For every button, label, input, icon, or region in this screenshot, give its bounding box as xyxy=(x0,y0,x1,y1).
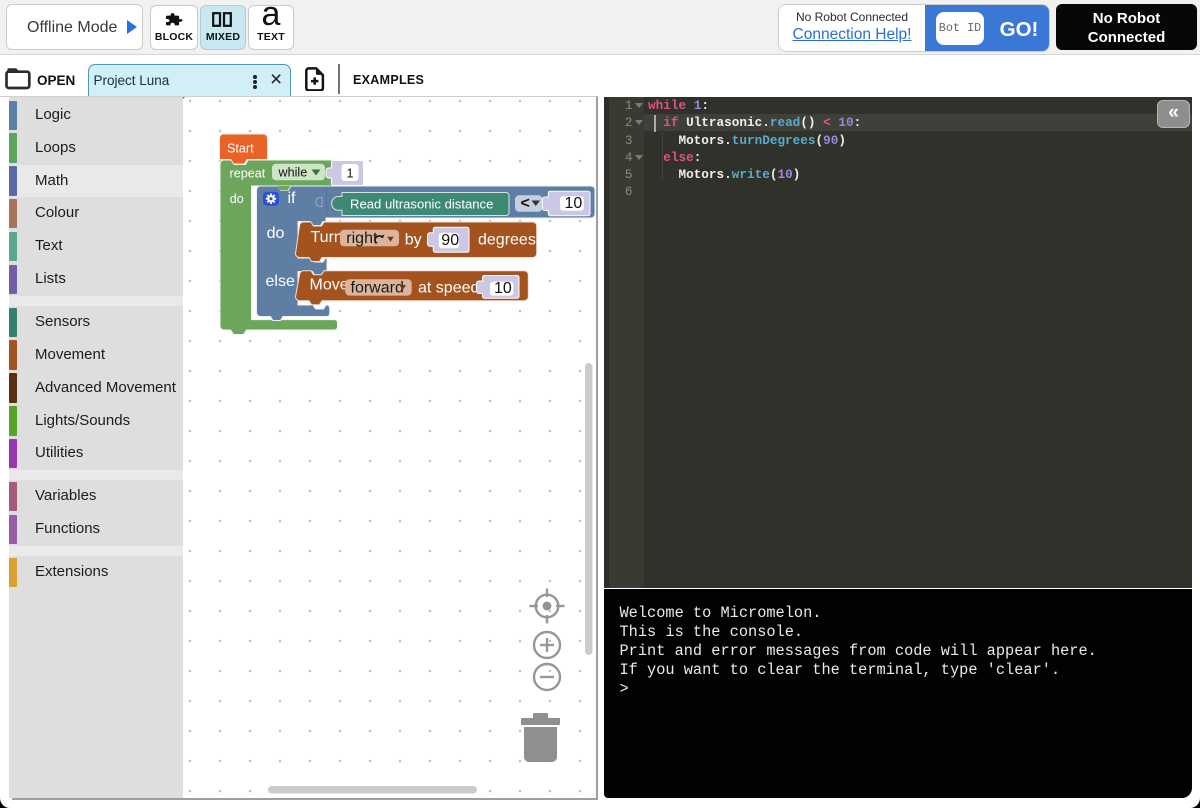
svg-text:forward: forward xyxy=(351,279,404,296)
svg-text:90: 90 xyxy=(441,232,459,249)
svg-text:<: < xyxy=(521,195,530,212)
svg-text:if: if xyxy=(288,190,297,207)
svg-text:10: 10 xyxy=(565,195,583,212)
svg-text:Start: Start xyxy=(227,141,254,155)
svg-text:do: do xyxy=(230,192,244,206)
svg-text:Read ultrasonic distance: Read ultrasonic distance xyxy=(350,196,493,211)
svg-text:right: right xyxy=(346,230,378,247)
svg-text:at speed: at speed xyxy=(418,279,479,296)
svg-text:Turn: Turn xyxy=(311,229,343,246)
svg-text:by: by xyxy=(405,231,422,248)
svg-text:repeat: repeat xyxy=(230,166,266,180)
svg-text:while: while xyxy=(278,165,308,179)
svg-text:10: 10 xyxy=(494,280,512,297)
svg-text:degrees: degrees xyxy=(478,231,536,248)
svg-text:1: 1 xyxy=(347,166,354,180)
svg-text:else: else xyxy=(266,273,295,290)
svg-text:Move: Move xyxy=(310,276,349,293)
svg-text:do: do xyxy=(267,225,285,242)
